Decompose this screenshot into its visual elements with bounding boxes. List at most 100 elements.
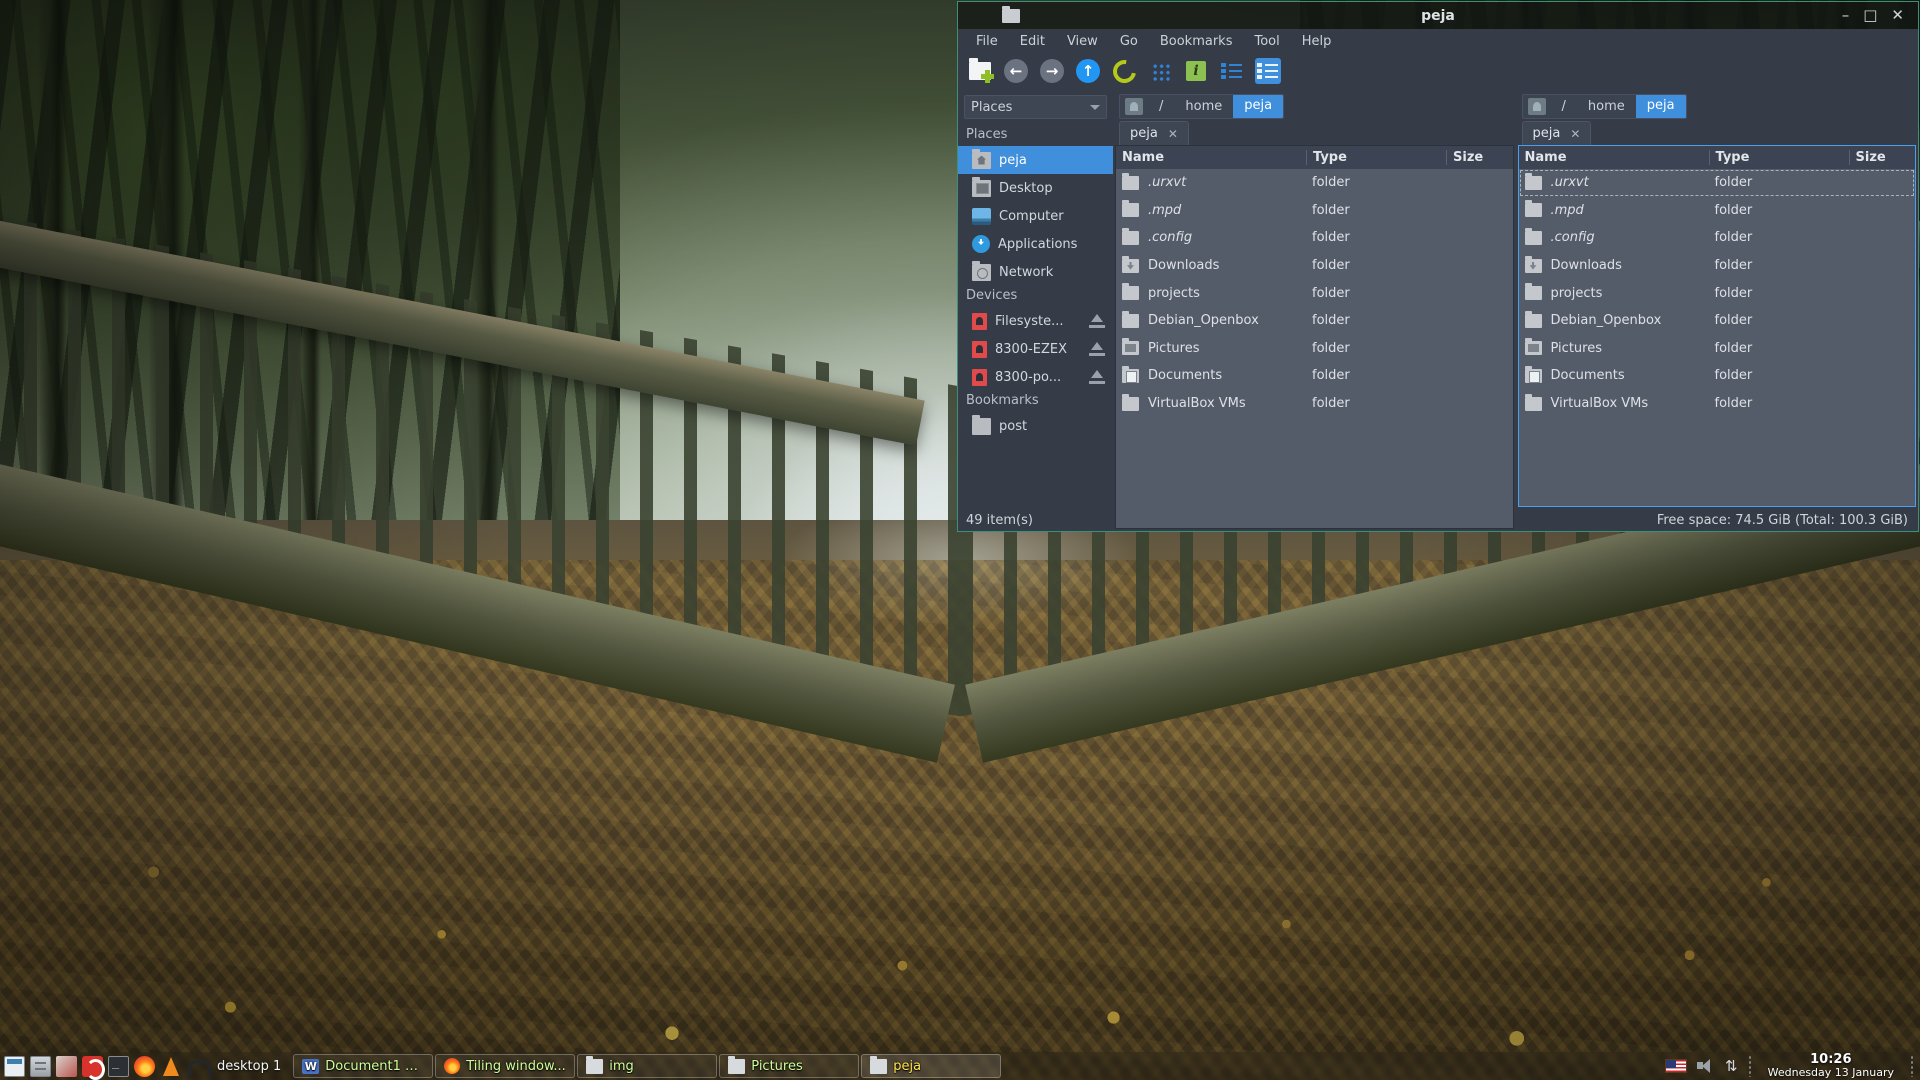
- table-row[interactable]: Debian_Openbox folder: [1116, 307, 1513, 335]
- left-list-header[interactable]: Name Type Size: [1116, 146, 1513, 169]
- breadcrumb-home[interactable]: home: [1174, 95, 1233, 118]
- breadcrumb-peja[interactable]: peja: [1635, 94, 1686, 118]
- new-tab-button[interactable]: [967, 58, 994, 84]
- left-rows[interactable]: .urxvt folder .mpd folder .config folder Do…: [1116, 169, 1513, 528]
- column-header-size[interactable]: Size: [1446, 150, 1513, 165]
- terminal-prompt-icon[interactable]: [108, 1055, 129, 1077]
- right-list-header[interactable]: Name Type Size: [1518, 146, 1916, 169]
- sidebar-item-computer[interactable]: Computer: [958, 202, 1113, 230]
- table-row[interactable]: Pictures folder: [1116, 335, 1513, 363]
- sidebar-item-8300-po[interactable]: 8300-po...: [958, 363, 1113, 391]
- task-button-pictures[interactable]: Pictures: [719, 1054, 860, 1078]
- menu-bookmarks[interactable]: Bookmarks: [1150, 31, 1243, 52]
- right-pane[interactable]: / home peja peja ✕ Name Type Size .urxvt…: [1515, 89, 1919, 531]
- sidebar-item-post[interactable]: post: [958, 412, 1113, 440]
- sidebar-item-network[interactable]: Network: [958, 258, 1113, 286]
- eject-icon[interactable]: [1089, 314, 1105, 328]
- right-file-list[interactable]: Name Type Size .urxvt folder .mpd folder .…: [1517, 145, 1916, 507]
- tray-handle[interactable]: [1747, 1055, 1752, 1077]
- detailed-list-view-button[interactable]: [1255, 58, 1281, 84]
- launcher-area[interactable]: [0, 1055, 211, 1080]
- table-row[interactable]: VirtualBox VMs folder: [1116, 390, 1513, 418]
- sidebar-item-desktop[interactable]: Desktop: [958, 174, 1113, 202]
- menu-go[interactable]: Go: [1110, 31, 1148, 52]
- task-button-tiling-window[interactable]: Tiling window...: [435, 1054, 576, 1078]
- eject-icon[interactable]: [1089, 370, 1105, 384]
- forward-button[interactable]: →: [1039, 58, 1065, 84]
- right-tabrow[interactable]: peja ✕: [1516, 119, 1919, 145]
- headphones-icon[interactable]: [186, 1056, 211, 1079]
- table-row[interactable]: .urxvt folder: [1519, 169, 1916, 197]
- firefox-icon[interactable]: [134, 1055, 155, 1077]
- network-icon[interactable]: ⇅: [1725, 1058, 1738, 1074]
- info-button[interactable]: i: [1183, 58, 1209, 84]
- sidebar-item-8300-ezex[interactable]: 8300-EZEX: [958, 335, 1113, 363]
- desktop-pager-label[interactable]: desktop 1: [207, 1059, 293, 1074]
- menu-edit[interactable]: Edit: [1010, 31, 1055, 52]
- places-dropdown[interactable]: Places: [964, 95, 1107, 119]
- table-row[interactable]: .mpd folder: [1116, 197, 1513, 225]
- back-button[interactable]: ←: [1003, 58, 1029, 84]
- tray-handle-right[interactable]: [1910, 1055, 1914, 1077]
- us-flag-icon[interactable]: [1665, 1059, 1688, 1073]
- volume-icon[interactable]: [1697, 1058, 1715, 1074]
- column-header-size[interactable]: Size: [1848, 150, 1916, 165]
- table-row[interactable]: .config folder: [1116, 224, 1513, 252]
- tab-peja[interactable]: peja ✕: [1119, 121, 1189, 145]
- sidebar-list[interactable]: Places peja Desktop Computer Application…: [958, 125, 1113, 509]
- sidebar-item-peja[interactable]: peja: [958, 146, 1113, 174]
- toolbar[interactable]: ← → ↑ i: [958, 53, 1918, 89]
- system-tray[interactable]: ⇅ 10:26 Wednesday 13 January: [1665, 1053, 1920, 1078]
- table-row[interactable]: .mpd folder: [1519, 197, 1916, 225]
- up-button[interactable]: ↑: [1075, 58, 1101, 84]
- window-titlebar[interactable]: peja – □ ✕: [958, 2, 1918, 29]
- breadcrumb-root[interactable]: /: [1148, 95, 1174, 118]
- eject-icon[interactable]: [1089, 342, 1105, 356]
- reload-button[interactable]: [1107, 54, 1141, 88]
- task-button-document1[interactable]: W Document1 * -...: [293, 1054, 434, 1078]
- column-header-name[interactable]: Name: [1116, 150, 1306, 165]
- task-button-peja[interactable]: peja: [861, 1054, 1002, 1078]
- double-commander-icon[interactable]: [82, 1055, 105, 1080]
- menu-bar[interactable]: File Edit View Go Bookmarks Tool Help: [958, 29, 1918, 53]
- left-tabrow[interactable]: peja ✕: [1113, 119, 1516, 145]
- file-manager-window[interactable]: peja – □ ✕ File Edit View Go Bookmarks T…: [957, 1, 1919, 532]
- menu-tool[interactable]: Tool: [1244, 31, 1289, 52]
- taskbar[interactable]: desktop 1 W Document1 * -... Tiling wind…: [0, 1052, 1920, 1080]
- right-rows[interactable]: .urxvt folder .mpd folder .config folder Do…: [1519, 169, 1916, 506]
- table-row[interactable]: Downloads folder: [1116, 252, 1513, 280]
- task-list[interactable]: W Document1 * -... Tiling window... img …: [293, 1054, 1665, 1078]
- right-pathbar[interactable]: / home peja: [1521, 93, 1687, 119]
- left-pane[interactable]: / home peja peja ✕ Name Type Size .urxvt…: [1113, 89, 1516, 531]
- task-button-img[interactable]: img: [577, 1054, 718, 1078]
- breadcrumb-root[interactable]: /: [1551, 95, 1577, 118]
- table-row[interactable]: Documents folder: [1116, 362, 1513, 390]
- menu-view[interactable]: View: [1057, 31, 1108, 52]
- menu-file[interactable]: File: [966, 31, 1008, 52]
- table-row[interactable]: Debian_Openbox folder: [1519, 307, 1916, 335]
- column-header-type[interactable]: Type: [1306, 150, 1446, 165]
- table-row[interactable]: Pictures folder: [1519, 335, 1916, 363]
- table-row[interactable]: Documents folder: [1519, 362, 1916, 390]
- sidebar-item-filesystem[interactable]: Filesyste...: [958, 307, 1113, 335]
- software-box-icon[interactable]: [56, 1055, 77, 1077]
- menu-help[interactable]: Help: [1292, 31, 1342, 52]
- icon-view-button[interactable]: [1147, 58, 1173, 84]
- sidebar-item-applications[interactable]: Applications: [958, 230, 1113, 258]
- vlc-cone-icon[interactable]: [160, 1056, 181, 1077]
- table-row[interactable]: projects folder: [1116, 279, 1513, 307]
- file-cabinet-icon[interactable]: [30, 1055, 51, 1077]
- breadcrumb-peja[interactable]: peja: [1233, 94, 1284, 118]
- left-file-list[interactable]: Name Type Size .urxvt folder .mpd folder .…: [1115, 145, 1514, 529]
- sidebar[interactable]: Places Places peja Desktop Computer Appl…: [958, 89, 1113, 531]
- compact-view-button[interactable]: [1219, 58, 1245, 84]
- table-row[interactable]: projects folder: [1519, 279, 1916, 307]
- table-row[interactable]: .config folder: [1519, 224, 1916, 252]
- table-row[interactable]: VirtualBox VMs folder: [1519, 390, 1916, 418]
- left-pathbar[interactable]: / home peja: [1119, 93, 1285, 119]
- clock[interactable]: 10:26 Wednesday 13 January: [1762, 1053, 1900, 1078]
- table-row[interactable]: Downloads folder: [1519, 252, 1916, 280]
- column-header-type[interactable]: Type: [1708, 150, 1849, 165]
- terminal-icon[interactable]: [4, 1055, 25, 1077]
- breadcrumb-home[interactable]: home: [1577, 95, 1636, 118]
